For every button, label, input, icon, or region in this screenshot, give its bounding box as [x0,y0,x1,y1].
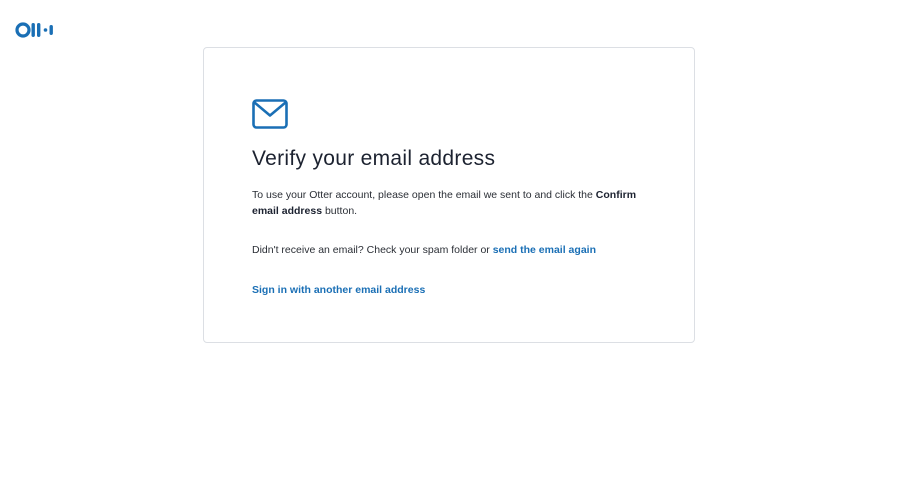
resend-text: Didn't receive an email? Check your spam… [252,242,596,258]
page-title: Verify your email address [252,147,496,170]
verify-email-card: Verify your email address To use your Ot… [203,47,695,343]
send-email-again-link[interactable]: send the email again [493,244,596,256]
resend-prefix: Didn't receive an email? Check your spam… [252,244,493,256]
otter-logo[interactable] [15,21,57,39]
mail-icon [252,99,288,129]
otter-logo-icon [15,22,53,38]
instructions-suffix: button. [322,205,358,217]
instructions-text: To use your Otter account, please open t… [252,187,652,219]
instructions-prefix: To use your Otter account, please open t… [252,189,596,201]
sign-in-another-email-link[interactable]: Sign in with another email address [252,282,425,298]
